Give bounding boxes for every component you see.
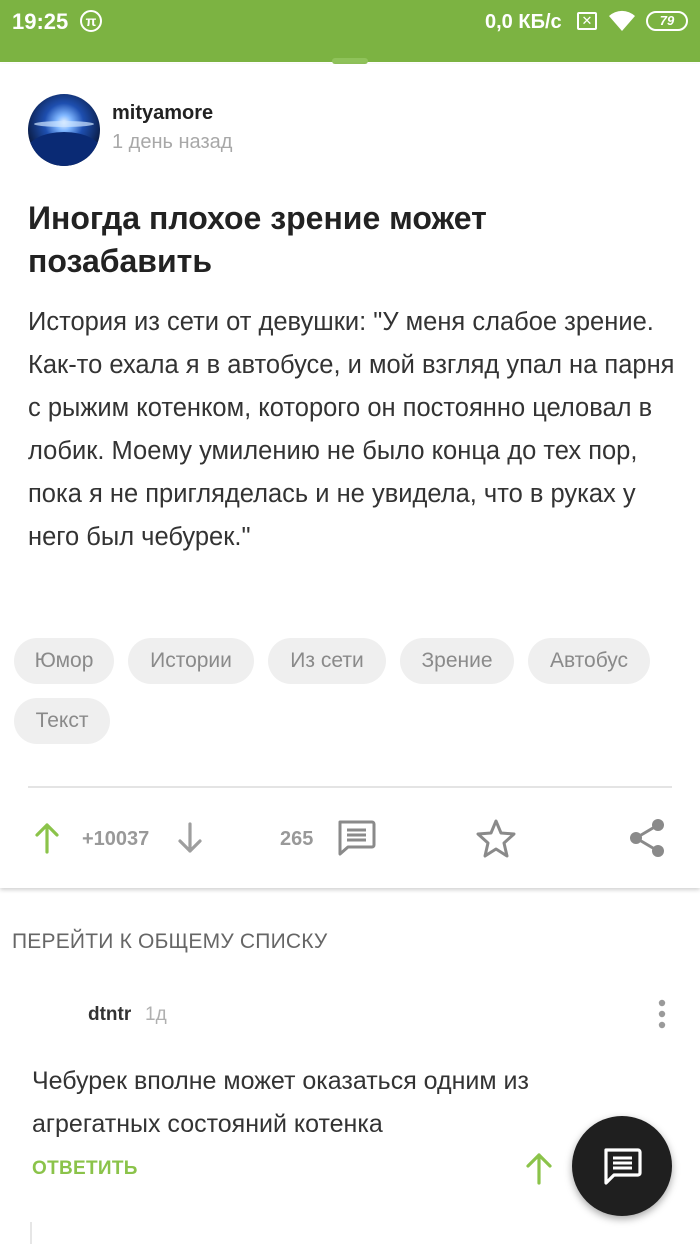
reply-button[interactable]: ОТВЕТИТЬ bbox=[32, 1158, 138, 1180]
arrow-up-icon[interactable] bbox=[524, 1152, 554, 1191]
arrow-up-icon[interactable] bbox=[34, 822, 60, 859]
thread-line bbox=[30, 1222, 32, 1244]
write-comment-icon bbox=[604, 1148, 642, 1185]
post-title[interactable]: Иногда плохое зрение может позабавить bbox=[28, 197, 628, 283]
tag-chip[interactable]: Из сети bbox=[268, 638, 386, 684]
tag-chip[interactable]: Юмор bbox=[14, 638, 114, 684]
comment-text: Чебурек вполне может оказаться одним из … bbox=[32, 1067, 529, 1138]
no-sim-icon: ✕ bbox=[577, 12, 597, 30]
divider bbox=[28, 786, 672, 788]
post-body: История из сети от девушки: "У меня слаб… bbox=[28, 308, 675, 551]
post-actions: +10037 265 bbox=[0, 804, 700, 874]
goto-all-comments-link[interactable]: ПЕРЕЙТИ К ОБЩЕМУ СПИСКУ bbox=[12, 930, 327, 954]
tag-chip[interactable]: Зрение bbox=[400, 638, 514, 684]
comments-count[interactable]: 265 bbox=[280, 828, 313, 851]
star-icon[interactable] bbox=[476, 818, 516, 863]
share-icon[interactable] bbox=[628, 818, 666, 863]
tag-chip[interactable]: Автобус bbox=[528, 638, 650, 684]
network-speed: 0,0 КБ/с bbox=[485, 11, 562, 33]
comment-icon[interactable] bbox=[336, 819, 376, 862]
tag-chip[interactable]: Истории bbox=[128, 638, 254, 684]
comment-time: 1д bbox=[145, 1004, 167, 1025]
tag-chip[interactable]: Текст bbox=[14, 698, 110, 744]
post-rating: +10037 bbox=[82, 828, 150, 850]
post-author[interactable]: mityamore bbox=[112, 102, 213, 125]
post-card: mityamore 1 день назад Иногда плохое зре… bbox=[0, 64, 700, 888]
write-comment-button[interactable] bbox=[572, 1116, 672, 1216]
post-time: 1 день назад bbox=[112, 131, 233, 153]
status-bar: 19:25 π 0,0 КБ/с ✕ 79 bbox=[0, 0, 700, 62]
arrow-down-icon[interactable] bbox=[177, 822, 203, 859]
status-time: 19:25 bbox=[12, 9, 69, 34]
comment-author[interactable]: dtntr bbox=[88, 1004, 131, 1026]
wifi-icon bbox=[607, 8, 637, 39]
more-vertical-icon[interactable] bbox=[650, 998, 674, 1032]
battery-icon: 79 bbox=[646, 11, 688, 31]
pi-icon: π bbox=[80, 10, 102, 32]
avatar[interactable] bbox=[28, 94, 100, 166]
